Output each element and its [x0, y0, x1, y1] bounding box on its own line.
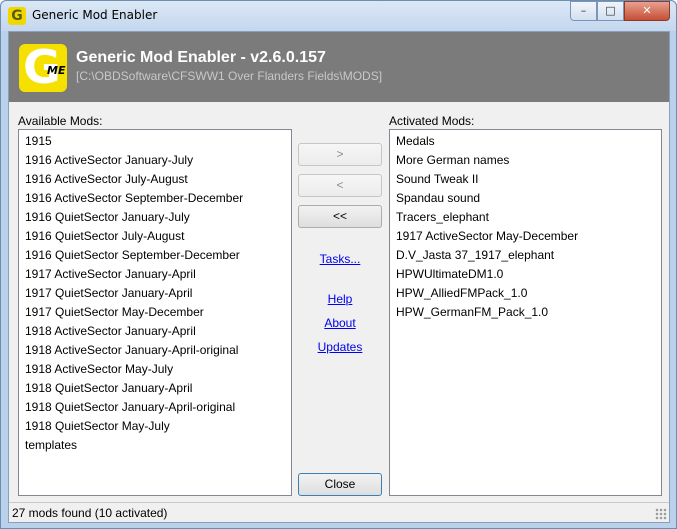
mods-path: [C:\OBDSoftware\CFSWW1 Over Flanders Fie…	[76, 69, 383, 83]
status-bar: 27 mods found (10 activated)	[9, 502, 669, 522]
available-mod-item[interactable]: 1916 ActiveSector July-August	[19, 170, 291, 189]
activated-mods-list[interactable]: Medals More German names Sound Tweak II Spa…	[389, 129, 662, 496]
available-mod-item[interactable]: 1916 QuietSector September-December	[19, 246, 291, 265]
activated-mod-item[interactable]: Tracers_elephant	[390, 208, 661, 227]
available-mod-item[interactable]: 1918 ActiveSector May-July	[19, 360, 291, 379]
maximize-button[interactable]: □	[597, 1, 624, 21]
activated-mod-item[interactable]: Spandau sound	[390, 189, 661, 208]
available-mod-item[interactable]: 1917 ActiveSector January-April	[19, 265, 291, 284]
close-button[interactable]: Close	[298, 473, 382, 496]
window-title: Generic Mod Enabler	[32, 8, 158, 22]
available-mod-item[interactable]: 1917 QuietSector January-April	[19, 284, 291, 303]
available-mod-item[interactable]: 1917 QuietSector May-December	[19, 303, 291, 322]
window-controls: – □ ✕	[570, 1, 670, 21]
available-mods-label: Available Mods:	[18, 114, 103, 128]
activate-mod-button[interactable]: >	[298, 143, 382, 166]
about-link[interactable]: About	[298, 316, 382, 330]
client-area: G ME Generic Mod Enabler - v2.6.0.157 [C…	[8, 31, 670, 523]
available-mod-item[interactable]: 1918 ActiveSector January-April	[19, 322, 291, 341]
app-window: G Generic Mod Enabler – □ ✕ G ME Generic…	[0, 0, 677, 529]
available-mod-item[interactable]: 1918 QuietSector May-July	[19, 417, 291, 436]
activated-mod-item[interactable]: Sound Tweak II	[390, 170, 661, 189]
activated-mods-label: Activated Mods:	[389, 114, 475, 128]
close-window-button[interactable]: ✕	[624, 1, 670, 21]
deactivate-all-button[interactable]: <<	[298, 205, 382, 228]
activated-mod-item[interactable]: HPW_GermanFM_Pack_1.0	[390, 303, 661, 322]
available-mods-list[interactable]: 1915 1916 ActiveSector January-July 1916 A…	[18, 129, 292, 496]
updates-link[interactable]: Updates	[298, 340, 382, 354]
activated-mod-item[interactable]: Medals	[390, 132, 661, 151]
available-mod-item[interactable]: 1916 QuietSector July-August	[19, 227, 291, 246]
available-mod-item[interactable]: templates	[19, 436, 291, 455]
available-mod-item[interactable]: 1918 ActiveSector January-April-original	[19, 341, 291, 360]
minimize-button[interactable]: –	[570, 1, 597, 21]
app-icon: G	[8, 7, 26, 25]
activated-mod-item[interactable]: HPWUltimateDM1.0	[390, 265, 661, 284]
activated-mod-item[interactable]: D.V_Jasta 37_1917_elephant	[390, 246, 661, 265]
activated-mod-item[interactable]: More German names	[390, 151, 661, 170]
activated-mod-item[interactable]: 1917 ActiveSector May-December	[390, 227, 661, 246]
app-title: Generic Mod Enabler - v2.6.0.157	[76, 49, 326, 66]
title-bar[interactable]: G Generic Mod Enabler – □ ✕	[1, 1, 676, 31]
status-text: 27 mods found (10 activated)	[12, 506, 168, 520]
activated-mod-item[interactable]: HPW_AlliedFMPack_1.0	[390, 284, 661, 303]
header-banner: G ME Generic Mod Enabler - v2.6.0.157 [C…	[9, 32, 669, 102]
available-mod-item[interactable]: 1916 ActiveSector September-December	[19, 189, 291, 208]
help-link[interactable]: Help	[298, 292, 382, 306]
available-mod-item[interactable]: 1918 QuietSector January-April	[19, 379, 291, 398]
available-mod-item[interactable]: 1916 ActiveSector January-July	[19, 151, 291, 170]
available-mod-item[interactable]: 1918 QuietSector January-April-original	[19, 398, 291, 417]
gme-logo: G ME	[19, 40, 67, 94]
available-mod-item[interactable]: 1916 QuietSector January-July	[19, 208, 291, 227]
available-mod-item[interactable]: 1915	[19, 132, 291, 151]
deactivate-mod-button[interactable]: <	[298, 174, 382, 197]
tasks-link[interactable]: Tasks...	[298, 252, 382, 266]
logo-sub: ME	[47, 64, 66, 77]
resize-grip-icon[interactable]	[655, 508, 667, 520]
